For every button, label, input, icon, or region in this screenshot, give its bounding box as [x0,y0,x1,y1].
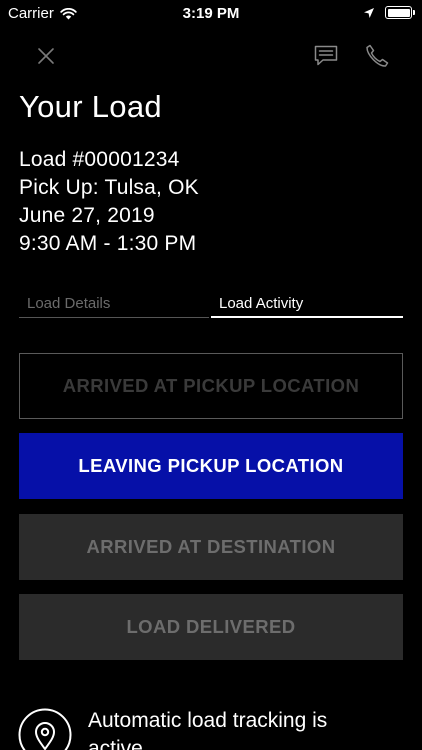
load-pickup: Pick Up: Tulsa, OK [19,176,199,199]
battery-fill [387,8,410,17]
close-icon[interactable] [35,45,57,67]
page-title: Your Load [19,89,162,124]
arrived-destination-button[interactable]: ARRIVED AT DESTINATION [19,514,403,580]
load-date: June 27, 2019 [19,204,155,227]
tab-load-details[interactable]: Load Details [19,293,211,318]
tab-load-activity[interactable]: Load Activity [211,293,403,318]
load-time-window: 9:30 AM - 1:30 PM [19,232,197,255]
location-pin-icon [18,708,72,750]
status-right [363,6,415,19]
phone-icon[interactable] [364,43,390,69]
tracking-status-text: Automatic load tracking is active. [88,709,328,750]
arrived-pickup-button[interactable]: ARRIVED AT PICKUP LOCATION [19,353,403,419]
tab-bar: Load Details Load Activity [19,293,403,318]
load-number: Load #00001234 [19,148,180,171]
location-arrow-icon [364,7,374,18]
leaving-pickup-button[interactable]: LEAVING PICKUP LOCATION [19,433,403,499]
message-icon[interactable] [313,43,339,69]
wifi-icon [60,7,77,19]
load-delivered-button[interactable]: LOAD DELIVERED [19,594,403,660]
carrier-label: Carrier [8,5,54,22]
status-bar: Carrier 3:19 PM [0,0,422,30]
screen: Carrier 3:19 PM Your Load Load #00001234… [0,0,422,750]
status-left: Carrier [8,5,77,22]
load-info: Load #00001234 Pick Up: Tulsa, OK June 2… [19,146,199,258]
battery-icon [385,6,415,19]
